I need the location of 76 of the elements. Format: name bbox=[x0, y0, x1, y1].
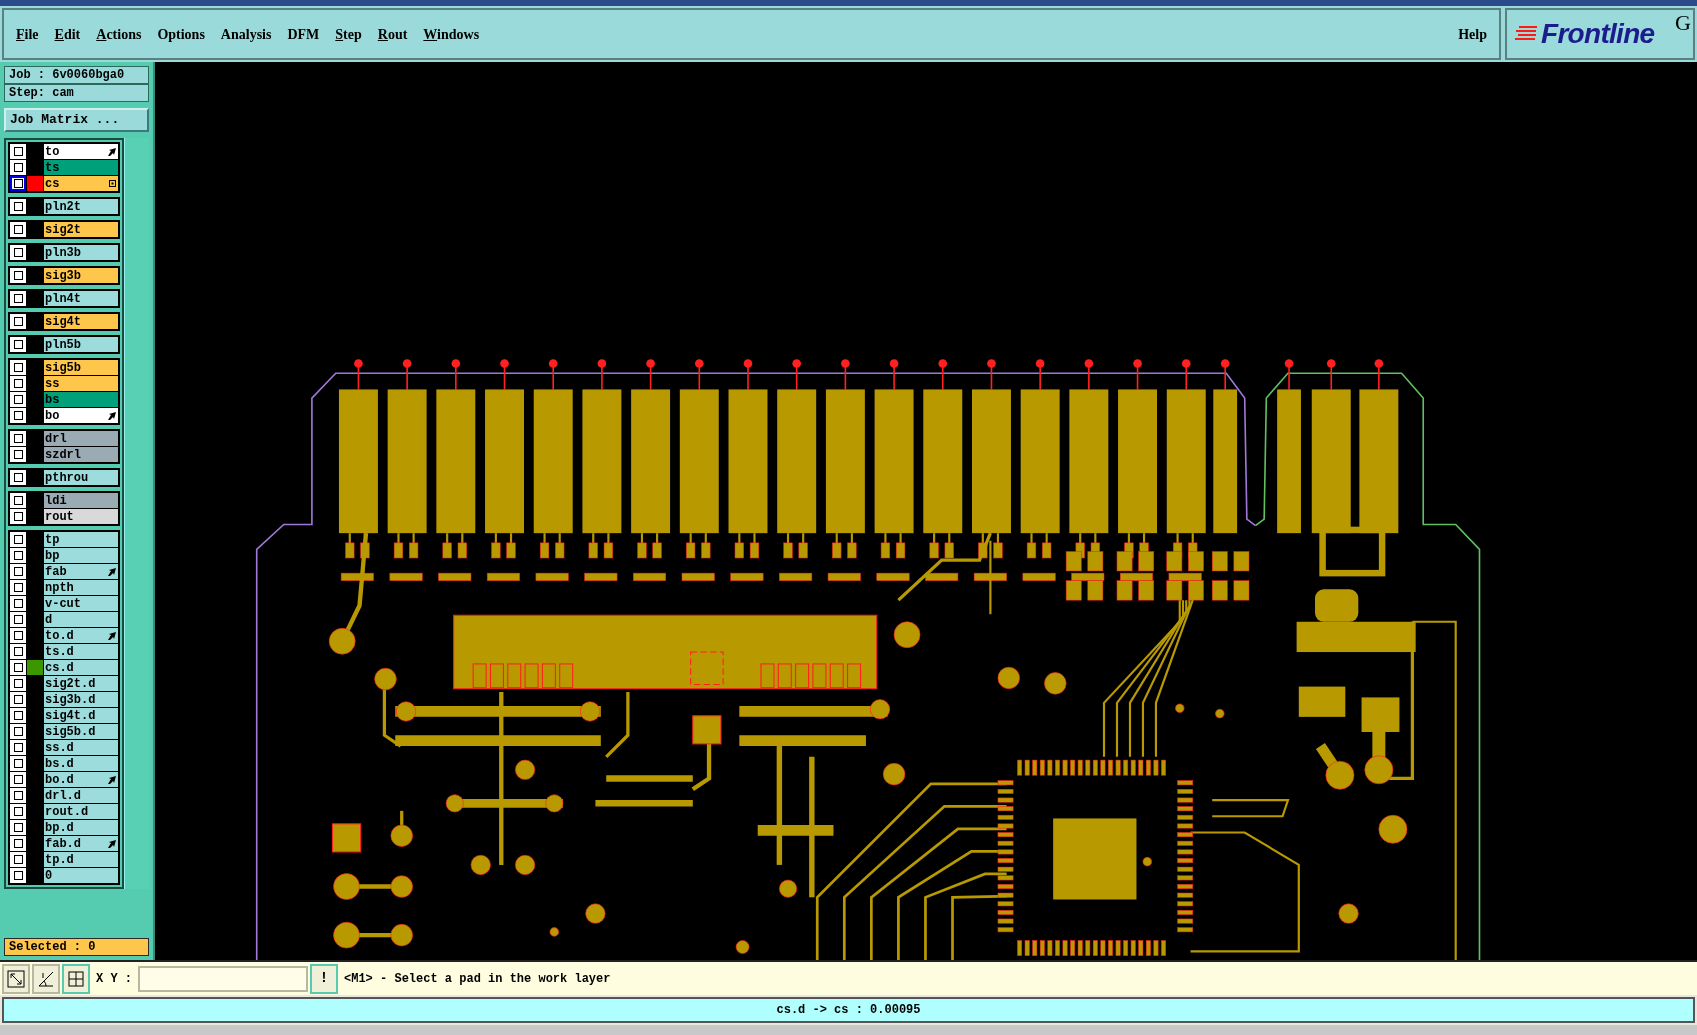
layer-item[interactable]: sig2t.d bbox=[44, 676, 118, 691]
menu-item[interactable]: Rout bbox=[377, 23, 408, 45]
layer-item[interactable]: pthrou bbox=[44, 470, 118, 485]
layer-item[interactable]: sig5b.d bbox=[44, 724, 118, 739]
grid-icon bbox=[66, 968, 86, 989]
layer-item[interactable]: tp.d bbox=[44, 852, 118, 867]
layer-item[interactable]: szdrl bbox=[44, 447, 118, 462]
layer-item[interactable]: bs.d bbox=[44, 756, 118, 771]
layer-item[interactable]: rout bbox=[44, 509, 118, 524]
job-label: Job : 6v0060bga0 bbox=[4, 66, 149, 84]
layer-item[interactable]: sig3b bbox=[44, 268, 118, 283]
arrow-icon bbox=[108, 839, 116, 848]
layer-item[interactable]: rout.d bbox=[44, 804, 118, 819]
menu-item[interactable]: Windows bbox=[423, 23, 480, 45]
arrow-icon bbox=[108, 147, 116, 156]
arrow-icon bbox=[108, 567, 116, 576]
layer-item[interactable]: bp bbox=[44, 548, 118, 563]
layer-item[interactable]: ts bbox=[44, 160, 118, 175]
layer-item[interactable]: d bbox=[44, 612, 118, 627]
layer-item[interactable]: bo bbox=[44, 408, 118, 423]
selected-count: Selected : 0 bbox=[4, 938, 149, 956]
tool-button[interactable] bbox=[2, 963, 30, 994]
tool-button[interactable] bbox=[32, 963, 60, 994]
layer-item[interactable]: tp bbox=[44, 532, 118, 547]
layer-item[interactable]: bo.d bbox=[44, 772, 118, 787]
layer-item[interactable]: sig5b bbox=[44, 360, 118, 375]
layer-item[interactable]: ss.d bbox=[44, 740, 118, 755]
layer-item[interactable]: pln5b bbox=[44, 337, 118, 352]
layer-item[interactable]: sig4t.d bbox=[44, 708, 118, 723]
help-menu[interactable]: Help bbox=[1458, 23, 1487, 45]
speed-lines-icon bbox=[1515, 25, 1537, 43]
menu-item[interactable]: Options bbox=[157, 23, 205, 45]
prompt-message: <M1> - Select a pad in the work layer bbox=[343, 970, 612, 988]
layer-item[interactable]: bs bbox=[44, 392, 118, 407]
arrow-icon bbox=[108, 775, 116, 784]
layer-item[interactable]: bp.d bbox=[44, 820, 118, 835]
layer-item[interactable]: pln3b bbox=[44, 245, 118, 260]
menu-item[interactable]: Step bbox=[335, 23, 362, 45]
job-matrix-button[interactable]: Job Matrix ... bbox=[4, 108, 149, 132]
layer-item[interactable]: fab.d bbox=[44, 836, 118, 851]
layer-item[interactable]: pln2t bbox=[44, 199, 118, 214]
menu-item[interactable]: DFM bbox=[287, 23, 320, 45]
logo-suffix: G bbox=[1675, 12, 1691, 34]
layer-frame[interactable] bbox=[10, 176, 26, 191]
status-bar: cs.d -> cs : 0.00095 bbox=[2, 997, 1695, 1023]
layer-item[interactable]: ss bbox=[44, 376, 118, 391]
layer-item[interactable]: ldi bbox=[44, 493, 118, 508]
layer-item[interactable]: fab bbox=[44, 564, 118, 579]
arrow-icon bbox=[108, 411, 116, 420]
layer-item[interactable]: sig2t bbox=[44, 222, 118, 237]
layer-item[interactable]: cs.d bbox=[44, 660, 118, 675]
layer-item[interactable]: 0 bbox=[44, 868, 118, 883]
tool-button[interactable] bbox=[62, 963, 90, 994]
menu-item[interactable]: Edit bbox=[54, 23, 81, 45]
layer-item[interactable]: ts.d bbox=[44, 644, 118, 659]
grid-icon bbox=[109, 180, 116, 187]
layer-item[interactable]: sig3b.d bbox=[44, 692, 118, 707]
logo-text: Frontline bbox=[1541, 20, 1655, 48]
layer-item[interactable]: drl.d bbox=[44, 788, 118, 803]
layer-item[interactable]: v-cut bbox=[44, 596, 118, 611]
zoom-extents-icon bbox=[6, 968, 26, 989]
layer-item[interactable]: drl bbox=[44, 431, 118, 446]
xy-label: X Y : bbox=[95, 970, 133, 988]
layer-item[interactable]: to bbox=[44, 144, 118, 159]
layer-item[interactable]: cs bbox=[44, 176, 118, 191]
step-label: Step: cam bbox=[4, 84, 149, 102]
layer-item[interactable]: to.d bbox=[44, 628, 118, 643]
xy-input-field[interactable] bbox=[138, 965, 308, 992]
layer-item[interactable]: sig4t bbox=[44, 314, 118, 329]
arrow-icon bbox=[108, 631, 116, 640]
menu-item[interactable]: Actions bbox=[96, 23, 142, 45]
menu-item[interactable]: Analysis bbox=[220, 23, 272, 45]
alert-button[interactable]: ! bbox=[310, 963, 338, 994]
menu-item[interactable]: File bbox=[16, 23, 39, 45]
layer-item[interactable]: pln4t bbox=[44, 291, 118, 306]
layer-item[interactable]: npth bbox=[44, 580, 118, 595]
